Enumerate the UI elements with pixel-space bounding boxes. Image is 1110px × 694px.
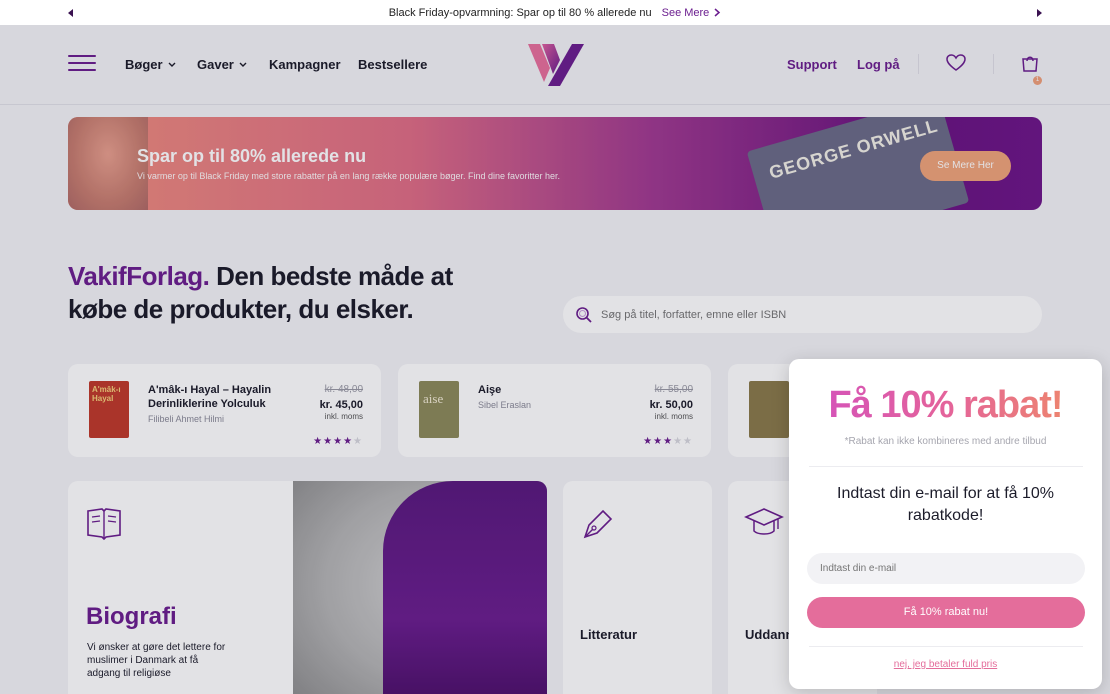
current-price: kr. 50,00 [649,399,693,411]
announcement-bar: Black Friday-opvarmning: Spar op til 80 … [0,0,1110,25]
heart-icon[interactable] [945,52,967,74]
category-description: Vi ønsker at gøre det lettere for muslim… [87,642,226,679]
category-card-literature[interactable]: Litteratur [563,481,712,694]
caret-right-icon[interactable] [1032,6,1046,20]
category-title: Litteratur [580,627,638,642]
banner-subtitle: Vi varmer op til Black Friday med store … [137,171,561,181]
fountain-pen-icon [583,509,613,539]
menu-icon[interactable] [68,55,96,73]
book-cover-image: A'mâk-ı Hayal [89,381,129,438]
old-price: kr. 48,00 [324,384,363,395]
category-card-biography[interactable]: Biografi Vi ønsker at gøre det lettere f… [68,481,547,694]
nav-item-bestsellers[interactable]: Bestsellere [358,57,427,72]
category-title: Biografi [86,603,177,630]
popup-title: Få 10% rabat! [789,384,1102,427]
open-book-icon [87,508,121,541]
product-author: Filibeli Ahmet Hilmi [148,414,225,424]
site-header: Bøger Gaver Kampagner Bestsellere Suppor… [0,25,1110,105]
vakif-logo[interactable] [526,42,586,88]
cart-count-badge: 1 [1033,76,1042,85]
support-link[interactable]: Support [787,57,837,72]
brand-name: VakifForlag. [68,261,210,291]
see-more-link[interactable]: See Mere [662,7,722,19]
product-author: Sibel Eraslan [478,400,532,410]
banner-author-photo [68,117,148,210]
vat-note: inkl. moms [654,412,693,421]
hero-headline: VakifForlag. Den bedste måde at købe de … [68,260,488,326]
current-price: kr. 45,00 [319,399,363,411]
biography-portrait-image [293,481,547,694]
email-field[interactable] [807,553,1085,584]
product-card[interactable]: A'mâk-ı Hayal A'mâk-ı Hayal – Hayalin De… [68,364,381,457]
product-title[interactable]: A'mâk-ı Hayal – Hayalin Derinliklerine Y… [148,383,293,411]
shopping-bag-icon[interactable] [1019,52,1041,74]
product-title[interactable]: Aişe [478,383,623,397]
chevron-down-icon [168,62,176,67]
graduation-cap-icon [744,508,784,535]
get-discount-button[interactable]: Få 10% rabat nu! [807,597,1085,628]
category-title: Uddann [745,627,794,642]
star-rating: ★★★★★ [313,436,363,447]
search-input[interactable] [601,308,1021,321]
popup-disclaimer: *Rabat kan ikke kombineres med andre til… [844,436,1047,447]
old-price: kr. 55,00 [654,384,693,395]
nav-item-books[interactable]: Bøger [125,57,176,72]
login-link[interactable]: Log på [857,57,900,72]
popup-divider [809,466,1083,467]
nav-item-gifts[interactable]: Gaver [197,57,247,72]
header-divider [993,54,994,74]
announcement-text: Black Friday-opvarmning: Spar op til 80 … [388,6,652,19]
see-more-here-button[interactable]: Se Mere Her [920,151,1011,181]
search-bar[interactable] [563,296,1042,333]
popup-divider [809,646,1083,647]
star-rating: ★★★★★ [643,436,693,447]
header-divider [918,54,919,74]
promo-banner[interactable]: Spar op til 80% allerede nu Vi varmer op… [68,117,1042,210]
book-cover-image [749,381,789,438]
chevron-down-icon [239,62,247,67]
chevron-right-icon [714,8,721,17]
caret-left-icon[interactable] [64,6,78,20]
product-card[interactable]: aise Aişe Sibel Eraslan kr. 55,00 kr. 50… [398,364,711,457]
banner-title: Spar op til 80% allerede nu [137,146,367,166]
popup-prompt: Indtast din e-mail for at få 10% rabatko… [837,485,1054,524]
nav-item-campaigns[interactable]: Kampagner [269,57,341,72]
vat-note: inkl. moms [324,412,363,421]
discount-popup: Få 10% rabat! *Rabat kan ikke kombineres… [789,359,1102,689]
book-cover-image: aise [419,381,459,438]
search-icon [576,306,592,323]
decline-discount-link[interactable]: nej, jeg betaler fuld pris [789,659,1102,670]
